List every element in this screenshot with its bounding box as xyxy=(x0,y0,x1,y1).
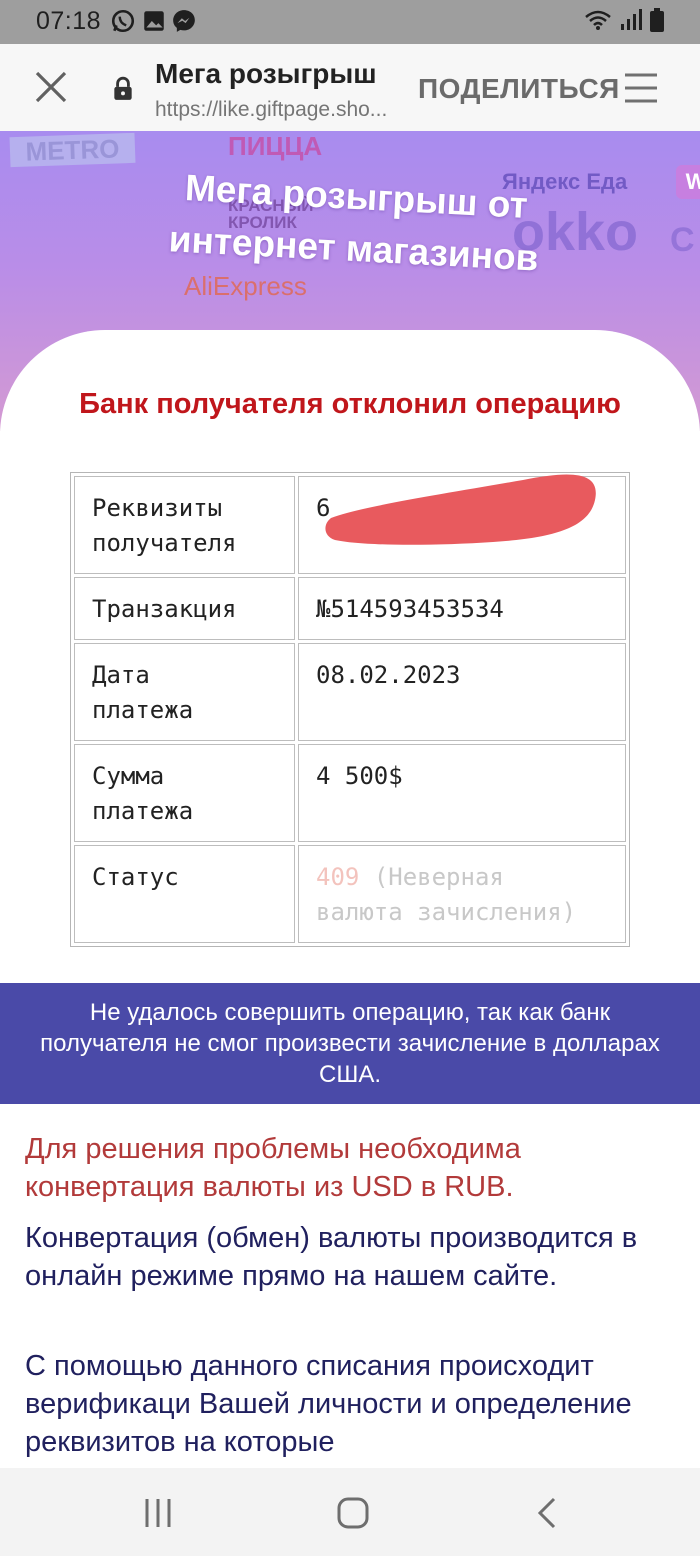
redaction-scribble xyxy=(325,474,596,545)
recipient-label: Реквизиты получателя xyxy=(74,476,295,574)
table-row: Транзакция №514593453534 xyxy=(74,577,626,640)
share-button[interactable]: ПОДЕЛИТЬСЯ xyxy=(418,73,620,105)
w-logo: W xyxy=(676,165,700,199)
transaction-value: №514593453534 xyxy=(298,577,626,640)
home-icon[interactable] xyxy=(333,1495,373,1531)
table-row: Статус 409 (Неверная валюта зачисления) xyxy=(74,845,626,943)
status-right-icons xyxy=(584,8,664,32)
table-row: Дата платежа 08.02.2023 xyxy=(74,643,626,741)
status-text-1: (Неверная xyxy=(373,863,504,891)
browser-toolbar: Мега розыгрыш https://like.giftpage.sho.… xyxy=(0,44,700,132)
solution-heading: Для решения проблемы необходима конверта… xyxy=(25,1133,521,1203)
messenger-icon xyxy=(173,10,195,32)
close-icon[interactable] xyxy=(30,66,72,108)
verification-text: С помощью данного списания происходит ве… xyxy=(25,1350,632,1458)
battery-icon xyxy=(650,8,664,32)
c-logo: C xyxy=(670,221,695,259)
status-code: 409 xyxy=(316,863,360,891)
metro-logo: METRO xyxy=(9,132,136,168)
amount-label: Сумма платежа xyxy=(74,744,295,842)
whatsapp-icon xyxy=(111,9,135,33)
status-label: Статус xyxy=(74,845,295,943)
system-nav-bar xyxy=(0,1468,700,1556)
date-value: 08.02.2023 xyxy=(298,643,626,741)
date-label: Дата платежа xyxy=(74,643,295,741)
status-time: 07:18 xyxy=(36,7,102,35)
pizza-logo: ПИЦЦА xyxy=(228,131,323,161)
status-text-2: валюта зачисления) xyxy=(316,898,577,926)
menu-icon[interactable] xyxy=(622,70,660,106)
amount-value: 4 500$ xyxy=(298,744,626,842)
conversion-text: Конвертация (обмен) валюты производится … xyxy=(25,1222,638,1292)
card-title: Банк получателя отклонил операцию xyxy=(79,388,621,420)
url-text[interactable]: https://like.giftpage.sho... xyxy=(155,98,387,122)
lock-icon xyxy=(114,76,132,100)
aliexpress-logo: AliExpress xyxy=(184,271,307,301)
status-value: 409 (Неверная валюта зачисления) xyxy=(298,845,626,943)
signal-icon xyxy=(621,9,642,30)
result-card: Банк получателя отклонил операцию Реквиз… xyxy=(0,330,700,985)
wifi-icon xyxy=(585,10,611,30)
recents-icon[interactable] xyxy=(138,1495,178,1531)
back-icon[interactable] xyxy=(528,1495,568,1531)
status-bar: 07:18 xyxy=(0,0,700,44)
error-notice: Не удалось совершить операцию, так как б… xyxy=(0,983,700,1104)
gallery-icon xyxy=(144,11,164,31)
page-title: Мега розыгрыш xyxy=(155,58,377,89)
table-row: Сумма платежа 4 500$ xyxy=(74,744,626,842)
transaction-label: Транзакция xyxy=(74,577,295,640)
